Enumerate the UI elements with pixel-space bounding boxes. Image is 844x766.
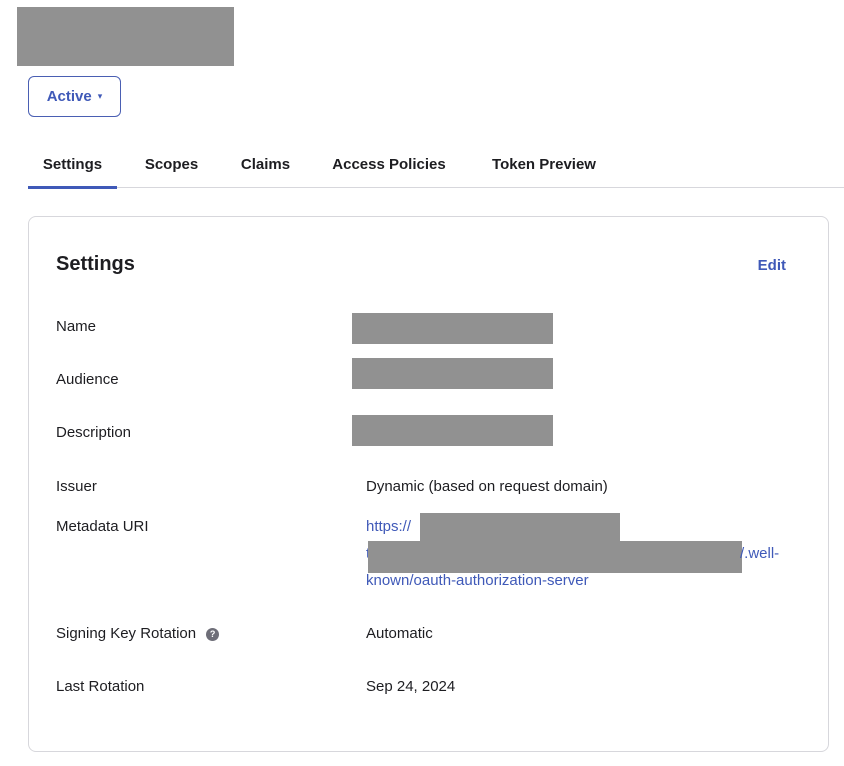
- signing-key-rotation-text: Signing Key Rotation: [56, 625, 197, 642]
- tab-bar: Settings Scopes Claims Access Policies T…: [28, 140, 844, 189]
- audience-label: Audience: [56, 371, 119, 388]
- settings-card: Settings Edit Name Audience Description …: [28, 216, 829, 752]
- tab-label: Token Preview: [492, 155, 596, 173]
- tab-label: Settings: [42, 155, 103, 173]
- edit-button[interactable]: Edit: [758, 257, 786, 274]
- last-rotation-label: Last Rotation: [56, 678, 145, 695]
- metadata-uri-line1[interactable]: https://: [366, 518, 411, 535]
- tab-access-policies[interactable]: Access Policies: [324, 140, 454, 188]
- redacted-audience-value: [352, 358, 553, 389]
- status-dropdown-button[interactable]: Active ▾: [28, 76, 121, 117]
- help-icon[interactable]: ?: [206, 627, 220, 641]
- tab-settings[interactable]: Settings: [28, 140, 117, 189]
- name-label: Name: [56, 318, 97, 335]
- signing-key-rotation-value: Automatic: [366, 625, 433, 642]
- redacted-name-value: [352, 313, 553, 344]
- metadata-uri-line2-suffix[interactable]: /.well-: [740, 545, 779, 562]
- redacted-description-value: [352, 415, 553, 446]
- tab-scopes[interactable]: Scopes: [134, 140, 209, 188]
- tab-claims[interactable]: Claims: [232, 140, 299, 188]
- signing-key-rotation-label: Signing Key Rotation?: [56, 625, 220, 642]
- tab-label: Scopes: [144, 155, 199, 173]
- tab-label: Access Policies: [332, 155, 446, 173]
- redacted-page-title: [17, 7, 234, 66]
- redacted-metadata-uri-part2: [368, 541, 742, 573]
- tab-token-preview[interactable]: Token Preview: [482, 140, 606, 188]
- description-label: Description: [56, 424, 132, 441]
- metadata-uri-label: Metadata URI: [56, 518, 149, 535]
- issuer-value: Dynamic (based on request domain): [366, 478, 608, 495]
- redacted-metadata-uri-part1: [420, 513, 620, 541]
- auth-server-page: Active ▾ Settings Scopes Claims Access P…: [0, 0, 844, 766]
- status-label: Active: [46, 88, 92, 105]
- issuer-label: Issuer: [56, 478, 97, 495]
- card-title: Settings: [56, 253, 135, 275]
- tab-label: Claims: [240, 155, 291, 173]
- chevron-down-icon: ▾: [97, 91, 103, 101]
- last-rotation-value: Sep 24, 2024: [366, 678, 456, 695]
- metadata-uri-line3[interactable]: known/oauth-authorization-server: [366, 572, 589, 589]
